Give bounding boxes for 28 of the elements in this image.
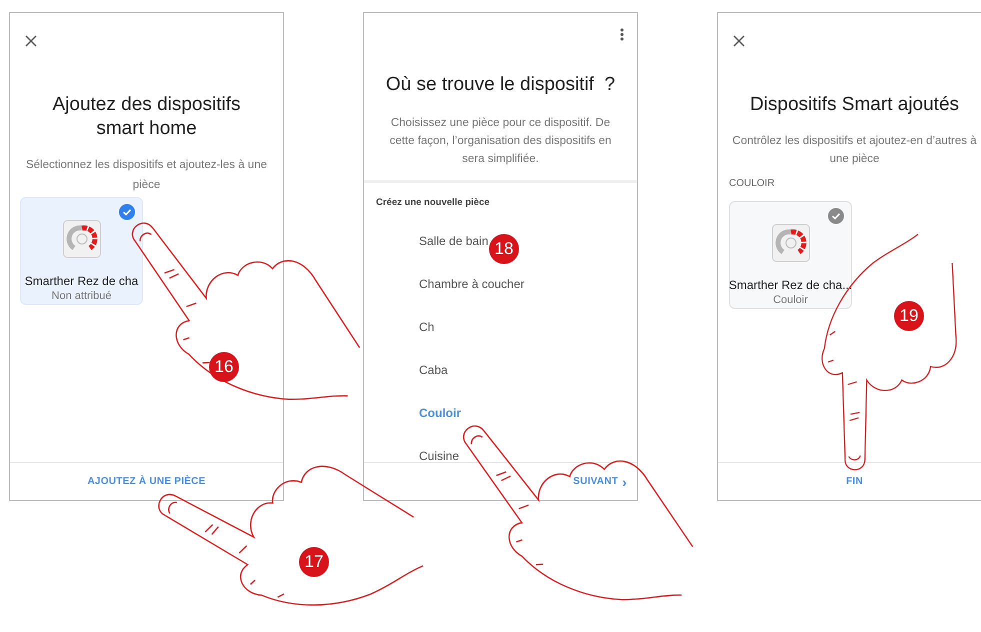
screen-title: Où se trouve le dispositif ? [384, 73, 616, 97]
screen-title: Ajoutez des dispositifs [52, 93, 240, 117]
menu-icon[interactable] [620, 28, 624, 41]
group-label: COULOIR [728, 176, 776, 190]
screen-title: smart home [96, 117, 197, 141]
device-room: Couloir [773, 294, 808, 308]
screen-description: Contrôlez les dispositifs et ajoutez-en d’autres à une pièce [731, 134, 978, 166]
room-option[interactable]: Chambre à coucher [419, 276, 524, 293]
device-room: Non attribué [52, 290, 112, 304]
device-name: Smarther Rez de cha [24, 273, 138, 290]
check-icon [828, 208, 844, 224]
device-card[interactable]: Smarther Rez de cha Non attribué [20, 197, 143, 305]
room-option[interactable]: Ch [419, 318, 434, 336]
room-option[interactable]: Salle de bain [419, 232, 488, 250]
thermostat-icon [62, 220, 100, 258]
close-icon[interactable] [25, 35, 37, 47]
section-label: Créez une nouvelle pièce [375, 196, 491, 210]
device-card[interactable]: Smarther Rez de cha... Couloir [729, 200, 852, 308]
close-icon[interactable] [733, 35, 745, 47]
screen-description: Sélectionnez les dispositifs et ajoutez-les à une pièce [24, 158, 268, 193]
room-option[interactable]: Caba [419, 362, 448, 379]
check-icon [119, 204, 135, 220]
room-option[interactable]: Cuisine [419, 448, 460, 462]
thermostat-icon [772, 224, 810, 262]
step-badge: 17 [299, 547, 329, 577]
device-name: Smarther Rez de cha... [728, 276, 852, 294]
screen-title: Dispositifs Smart ajoutés [748, 93, 960, 117]
screen-description: Choisissez une pièce pour ce dispositif. De cette façon, l’organisation des dispositifs en sera simplifiée. [388, 116, 612, 166]
